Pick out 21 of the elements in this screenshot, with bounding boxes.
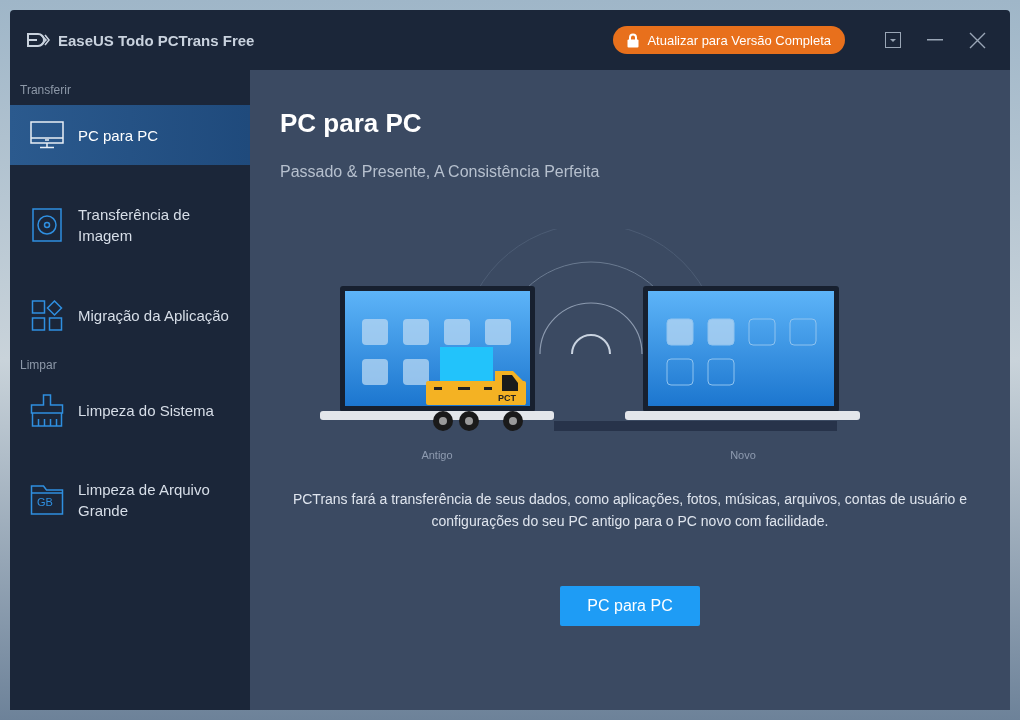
- truck-drawing: PCT: [426, 347, 526, 431]
- lock-icon: [627, 32, 640, 48]
- laptop-label: Novo: [730, 449, 756, 461]
- section-label: Limpar: [19, 357, 58, 374]
- apps-icon: [30, 299, 64, 331]
- laptop-label: Antigo: [421, 449, 453, 461]
- sidebar-item[interactable]: GB Limpeza de Arquivo Grande: [10, 470, 250, 530]
- section-label: Transferir: [19, 82, 72, 99]
- page-title: PC para PC: [280, 108, 422, 139]
- description-text: PCTrans fará a transferência de seus dados, como aplicações, fotos, músicas, arquivos, contas de usuário e configurações do seu PC antigo para o PC novo com facilidade.: [291, 490, 969, 531]
- dropdown-icon[interactable]: [885, 32, 901, 48]
- close-icon[interactable]: [969, 31, 986, 49]
- sidebar-item[interactable]: Transferência de Imagem: [10, 195, 250, 255]
- sidebar-item[interactable]: Limpeza do Sistema: [10, 380, 250, 440]
- sidebar-item[interactable]: PC para PC: [10, 105, 250, 165]
- page-subtitle: Passado & Presente, A Consistência Perfeita: [280, 163, 600, 181]
- window-title: EaseUS Todo PCTrans Free: [58, 31, 255, 49]
- monitor-icon: [30, 121, 64, 149]
- sidebar-item[interactable]: Migração da Aplicação: [10, 285, 250, 345]
- logo-icon: [26, 32, 50, 48]
- broom-icon: [30, 393, 64, 427]
